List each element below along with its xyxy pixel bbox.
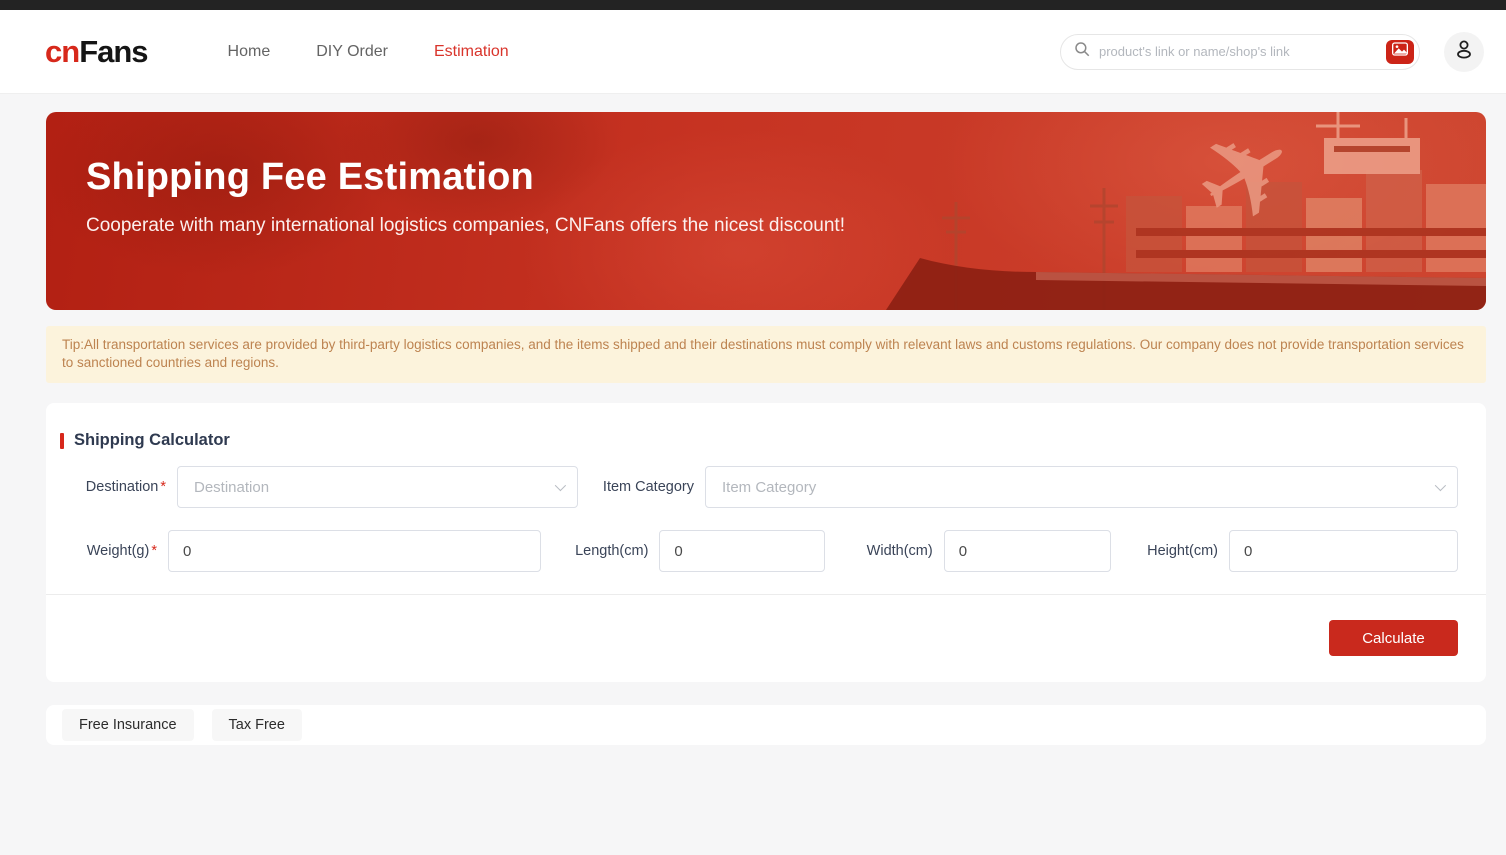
nav-diy-order[interactable]: DIY Order (316, 43, 388, 61)
account-button[interactable] (1444, 32, 1484, 72)
image-search-button[interactable] (1386, 40, 1414, 64)
tip-notice: Tip:All transportation services are prov… (46, 326, 1486, 383)
top-black-strip (0, 0, 1506, 10)
length-label: Length(cm) (541, 543, 659, 559)
nav-home[interactable]: Home (228, 43, 271, 61)
item-category-label: Item Category (578, 479, 705, 495)
item-category-placeholder: Item Category (722, 479, 1435, 496)
cnfans-logo[interactable]: cnFans (45, 34, 148, 70)
required-asterisk: * (160, 479, 166, 495)
width-label: Width(cm) (825, 543, 943, 559)
form-row-dimensions: Weight(g)* Length(cm) Width(cm) Height(c… (46, 530, 1486, 572)
form-row-selects: Destination* Destination Item Category I… (46, 466, 1486, 508)
logo-suffix: Fans (79, 34, 147, 69)
user-icon (1452, 37, 1476, 66)
search-bar[interactable] (1060, 34, 1420, 70)
tab-free-insurance[interactable]: Free Insurance (62, 709, 194, 741)
main-nav: Home DIY Order Estimation (228, 43, 509, 61)
destination-select[interactable]: Destination (177, 466, 578, 508)
section-marker (60, 433, 64, 449)
section-header: Shipping Calculator (46, 403, 1486, 450)
page-content: ✈ (46, 112, 1486, 745)
weight-input[interactable] (168, 530, 541, 572)
hero-banner: ✈ (46, 112, 1486, 310)
banner-title: Shipping Fee Estimation (86, 156, 534, 199)
search-input[interactable] (1099, 44, 1386, 59)
item-category-select[interactable]: Item Category (705, 466, 1458, 508)
height-label: Height(cm) (1111, 543, 1229, 559)
weight-label-text: Weight(g) (87, 543, 150, 559)
section-title: Shipping Calculator (74, 431, 230, 450)
calculate-button[interactable]: Calculate (1329, 620, 1458, 656)
chevron-down-icon (555, 480, 566, 491)
nav-estimation[interactable]: Estimation (434, 43, 509, 61)
destination-label-text: Destination (86, 479, 159, 495)
required-asterisk: * (151, 543, 157, 559)
image-search-icon (1392, 42, 1408, 61)
chevron-down-icon (1435, 480, 1446, 491)
banner-subtitle: Cooperate with many international logist… (86, 215, 845, 237)
length-input[interactable] (659, 530, 825, 572)
info-tabs-card: Free Insurance Tax Free (46, 705, 1486, 745)
shipping-calculator-card: Shipping Calculator Destination* Destina… (46, 403, 1486, 682)
search-icon (1073, 40, 1091, 63)
logo-prefix: cn (45, 34, 79, 69)
width-input[interactable] (944, 530, 1111, 572)
weight-label: Weight(g)* (46, 543, 168, 559)
header: cnFans Home DIY Order Estimation (0, 10, 1506, 94)
card-footer: Calculate (46, 594, 1486, 682)
destination-label: Destination* (46, 479, 177, 495)
destination-placeholder: Destination (194, 479, 555, 496)
height-input[interactable] (1229, 530, 1458, 572)
tab-tax-free[interactable]: Tax Free (212, 709, 302, 741)
